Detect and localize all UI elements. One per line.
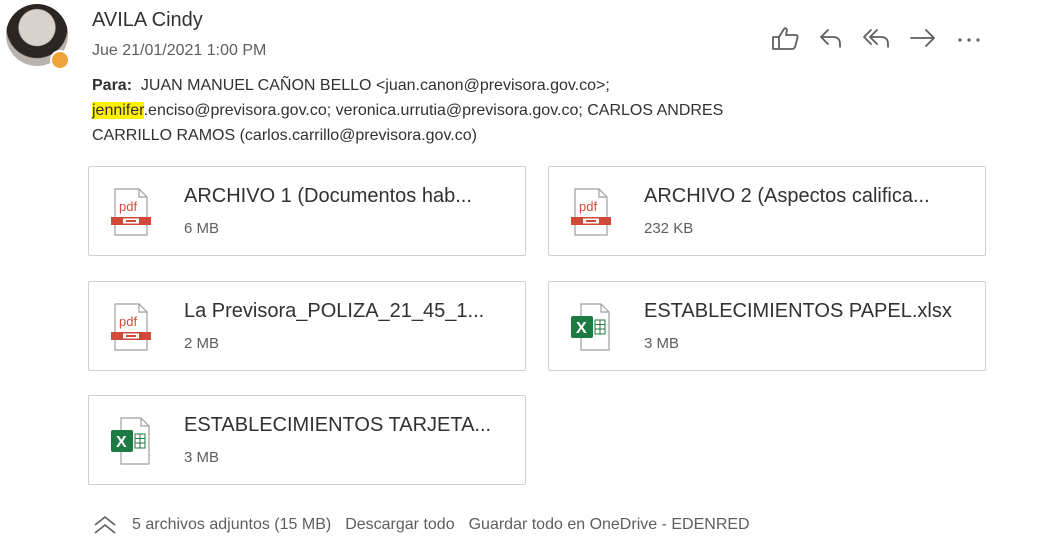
like-icon: [772, 27, 799, 50]
attachment-card[interactable]: pdf ARCHIVO 2 (Aspectos califica... 232 …: [548, 166, 986, 256]
attachments-footer: 5 archivos adjuntos (15 MB) Descargar to…: [92, 515, 750, 535]
collapse-chevron-icon[interactable]: [92, 515, 118, 535]
svg-text:pdf: pdf: [119, 314, 137, 329]
recipients-line-2: jennifer.enciso@previsora.gov.co; veroni…: [92, 98, 892, 123]
save-to-onedrive-link[interactable]: Guardar todo en OneDrive - EDENRED: [469, 516, 750, 534]
attachment-name: ESTABLECIMIENTOS TARJETA...: [184, 414, 492, 436]
forward-icon: [910, 29, 935, 47]
recipient-juan[interactable]: JUAN MANUEL CAÑON BELLO <juan.canon@prev…: [141, 77, 610, 94]
sender-name[interactable]: AVILA Cindy: [92, 9, 203, 32]
recipients: Para: JUAN MANUEL CAÑON BELLO <juan.cano…: [92, 73, 892, 148]
svg-text:pdf: pdf: [579, 199, 597, 214]
attachment-size: 6 MB: [184, 220, 220, 237]
recipient-carlos[interactable]: CARRILLO RAMOS (carlos.carrillo@previsor…: [92, 127, 477, 144]
to-label: Para:: [92, 77, 133, 94]
reply-all-button[interactable]: [860, 24, 894, 52]
attachment-name: ESTABLECIMIENTOS PAPEL.xlsx: [644, 300, 952, 322]
attachment-name: ARCHIVO 2 (Aspectos califica...: [644, 185, 930, 207]
more-actions-button[interactable]: [952, 24, 986, 52]
attachment-size: 3 MB: [184, 449, 220, 466]
presence-away-icon: [50, 50, 70, 70]
svg-text:X: X: [576, 320, 587, 337]
download-all-link[interactable]: Descargar todo: [345, 516, 454, 534]
attachment-card[interactable]: X ESTABLECIMIENTOS TARJETA... 3 MB: [88, 395, 526, 485]
pdf-icon: pdf: [111, 303, 151, 351]
search-highlight: jennifer: [92, 102, 144, 119]
pdf-icon: pdf: [571, 188, 611, 236]
attachment-card[interactable]: pdf ARCHIVO 1 (Documentos hab... 6 MB: [88, 166, 526, 256]
pdf-icon: pdf: [111, 188, 151, 236]
forward-button[interactable]: [906, 24, 940, 52]
recipients-line-3: CARRILLO RAMOS (carlos.carrillo@previsor…: [92, 123, 892, 148]
attachment-size: 3 MB: [644, 335, 680, 352]
attachment-name: La Previsora_POLIZA_21_45_1...: [184, 300, 485, 322]
attachment-name: ARCHIVO 1 (Documentos hab...: [184, 185, 472, 207]
sent-date: Jue 21/01/2021 1:00 PM: [92, 42, 267, 59]
message-actions: [768, 24, 986, 52]
more-icon: [958, 38, 980, 42]
attachment-card[interactable]: pdf La Previsora_POLIZA_21_45_1... 2 MB: [88, 281, 526, 371]
reply-button[interactable]: [814, 24, 848, 52]
recipients-line-1: Para: JUAN MANUEL CAÑON BELLO <juan.cano…: [92, 73, 892, 98]
excel-icon: X: [571, 303, 610, 351]
excel-icon: X: [111, 417, 150, 465]
reply-all-icon: [863, 29, 889, 48]
svg-text:pdf: pdf: [119, 199, 137, 214]
like-button[interactable]: [768, 24, 802, 52]
attachment-card[interactable]: X ESTABLECIMIENTOS PAPEL.xlsx 3 MB: [548, 281, 986, 371]
svg-text:X: X: [116, 434, 127, 451]
avatar[interactable]: [6, 4, 70, 70]
attachment-size: 232 KB: [644, 220, 694, 237]
reply-icon: [820, 29, 841, 48]
recipient-list[interactable]: .enciso@previsora.gov.co; veronica.urrut…: [144, 102, 724, 119]
attachment-size: 2 MB: [184, 335, 220, 352]
attachments-summary: 5 archivos adjuntos (15 MB): [132, 516, 332, 533]
